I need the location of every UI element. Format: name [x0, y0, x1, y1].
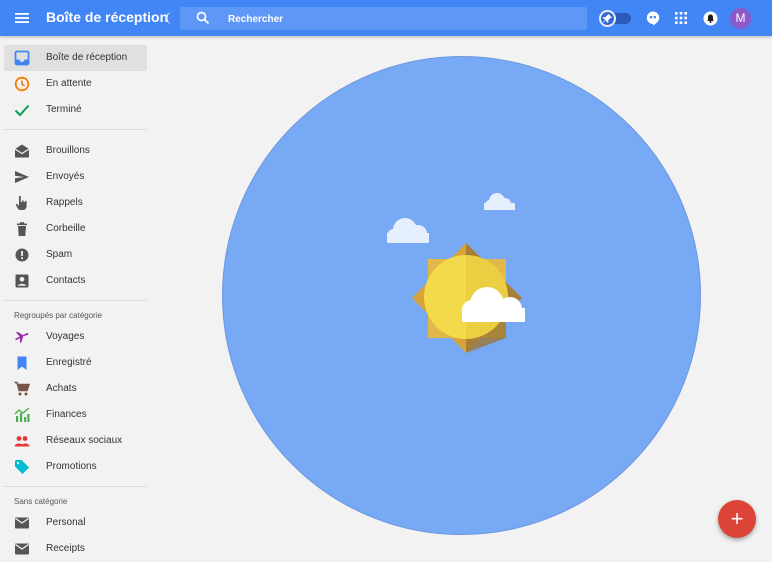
sidebar-item-promotions[interactable]: Promotions — [4, 454, 147, 480]
sidebar-item-trash[interactable]: Corbeille — [4, 216, 147, 242]
sidebar-item-label: Personal — [46, 517, 86, 528]
sidebar-item-label: Boîte de réception — [46, 52, 128, 63]
sidebar-item-sent[interactable]: Envoyés — [4, 164, 147, 190]
people-icon — [14, 436, 30, 447]
sidebar-item-snoozed[interactable]: En attente — [4, 71, 147, 97]
sidebar: Boîte de réception En attente Terminé Br… — [0, 36, 154, 555]
check-icon — [14, 104, 30, 117]
top-app-bar: Boîte de réception M — [0, 0, 772, 36]
compose-fab[interactable]: + — [718, 500, 756, 538]
divider — [4, 129, 147, 130]
sidebar-item-spam[interactable]: Spam — [4, 242, 147, 268]
section-header-uncategorized: Sans catégorie — [14, 497, 68, 506]
mail-icon — [15, 543, 29, 555]
sidebar-item-label: Rappels — [46, 197, 83, 208]
tag-icon — [15, 460, 29, 474]
sidebar-item-label: Corbeille — [46, 223, 86, 234]
search-bar — [180, 7, 587, 30]
sidebar-item-reminders[interactable]: Rappels — [4, 190, 147, 216]
sidebar-item-drafts[interactable]: Brouillons — [4, 138, 147, 164]
mail-icon — [15, 517, 29, 529]
cart-icon — [14, 381, 30, 396]
search-icon — [196, 11, 210, 25]
sidebar-item-saved[interactable]: Enregistré — [4, 350, 147, 376]
sidebar-item-label: En attente — [46, 78, 92, 89]
avatar[interactable]: M — [730, 8, 751, 29]
divider — [4, 300, 147, 301]
pin-toggle[interactable] — [599, 10, 633, 27]
menu-icon[interactable] — [12, 8, 32, 28]
sidebar-item-done[interactable]: Terminé — [4, 97, 147, 123]
empty-inbox-circle — [222, 56, 701, 535]
send-icon — [15, 171, 29, 183]
apps-grid-icon[interactable] — [675, 12, 687, 24]
trash-icon — [17, 222, 27, 236]
sidebar-item-receipts[interactable]: Receipts — [4, 536, 147, 562]
sidebar-item-label: Finances — [46, 409, 87, 420]
sidebar-item-label: Brouillons — [46, 145, 90, 156]
sidebar-item-label: Contacts — [46, 275, 86, 286]
plane-icon — [15, 331, 29, 343]
pin-toggle-knob — [599, 10, 616, 27]
sidebar-item-label: Promotions — [46, 461, 97, 472]
sidebar-item-label: Voyages — [46, 331, 85, 342]
clock-icon — [14, 76, 30, 92]
sidebar-item-contacts[interactable]: Contacts — [4, 268, 147, 294]
pin-icon — [602, 14, 612, 23]
sidebar-item-label: Réseaux sociaux — [46, 435, 123, 446]
divider — [4, 486, 147, 487]
sidebar-item-finance[interactable]: Finances — [4, 402, 147, 428]
sidebar-item-travel[interactable]: Voyages — [4, 324, 147, 350]
section-header-bundles: Regroupés par catégorie — [14, 311, 103, 320]
sidebar-item-label: Enregistré — [46, 357, 92, 368]
reminder-hand-icon — [15, 196, 27, 210]
sidebar-item-label: Spam — [46, 249, 73, 260]
crescent-icon — [166, 12, 172, 24]
sidebar-item-inbox[interactable]: Boîte de réception — [4, 45, 147, 71]
hangouts-icon[interactable] — [646, 11, 660, 26]
sidebar-item-label: Terminé — [46, 104, 82, 115]
search-input[interactable] — [226, 8, 570, 30]
notifications-icon[interactable] — [703, 11, 718, 26]
sidebar-item-label: Receipts — [46, 543, 85, 554]
sidebar-item-label: Envoyés — [46, 171, 85, 182]
sidebar-item-label: Achats — [46, 383, 77, 394]
inbox-icon — [14, 50, 30, 66]
sidebar-item-personal[interactable]: Personal — [4, 510, 147, 536]
finance-icon — [14, 407, 30, 422]
page-title: Boîte de réception — [46, 9, 169, 25]
sidebar-item-social[interactable]: Réseaux sociaux — [4, 428, 147, 454]
drafts-icon — [14, 144, 30, 158]
spam-icon — [15, 248, 29, 262]
sidebar-item-purchases[interactable]: Achats — [4, 376, 147, 402]
contacts-icon — [15, 274, 29, 288]
bookmark-icon — [17, 356, 27, 370]
